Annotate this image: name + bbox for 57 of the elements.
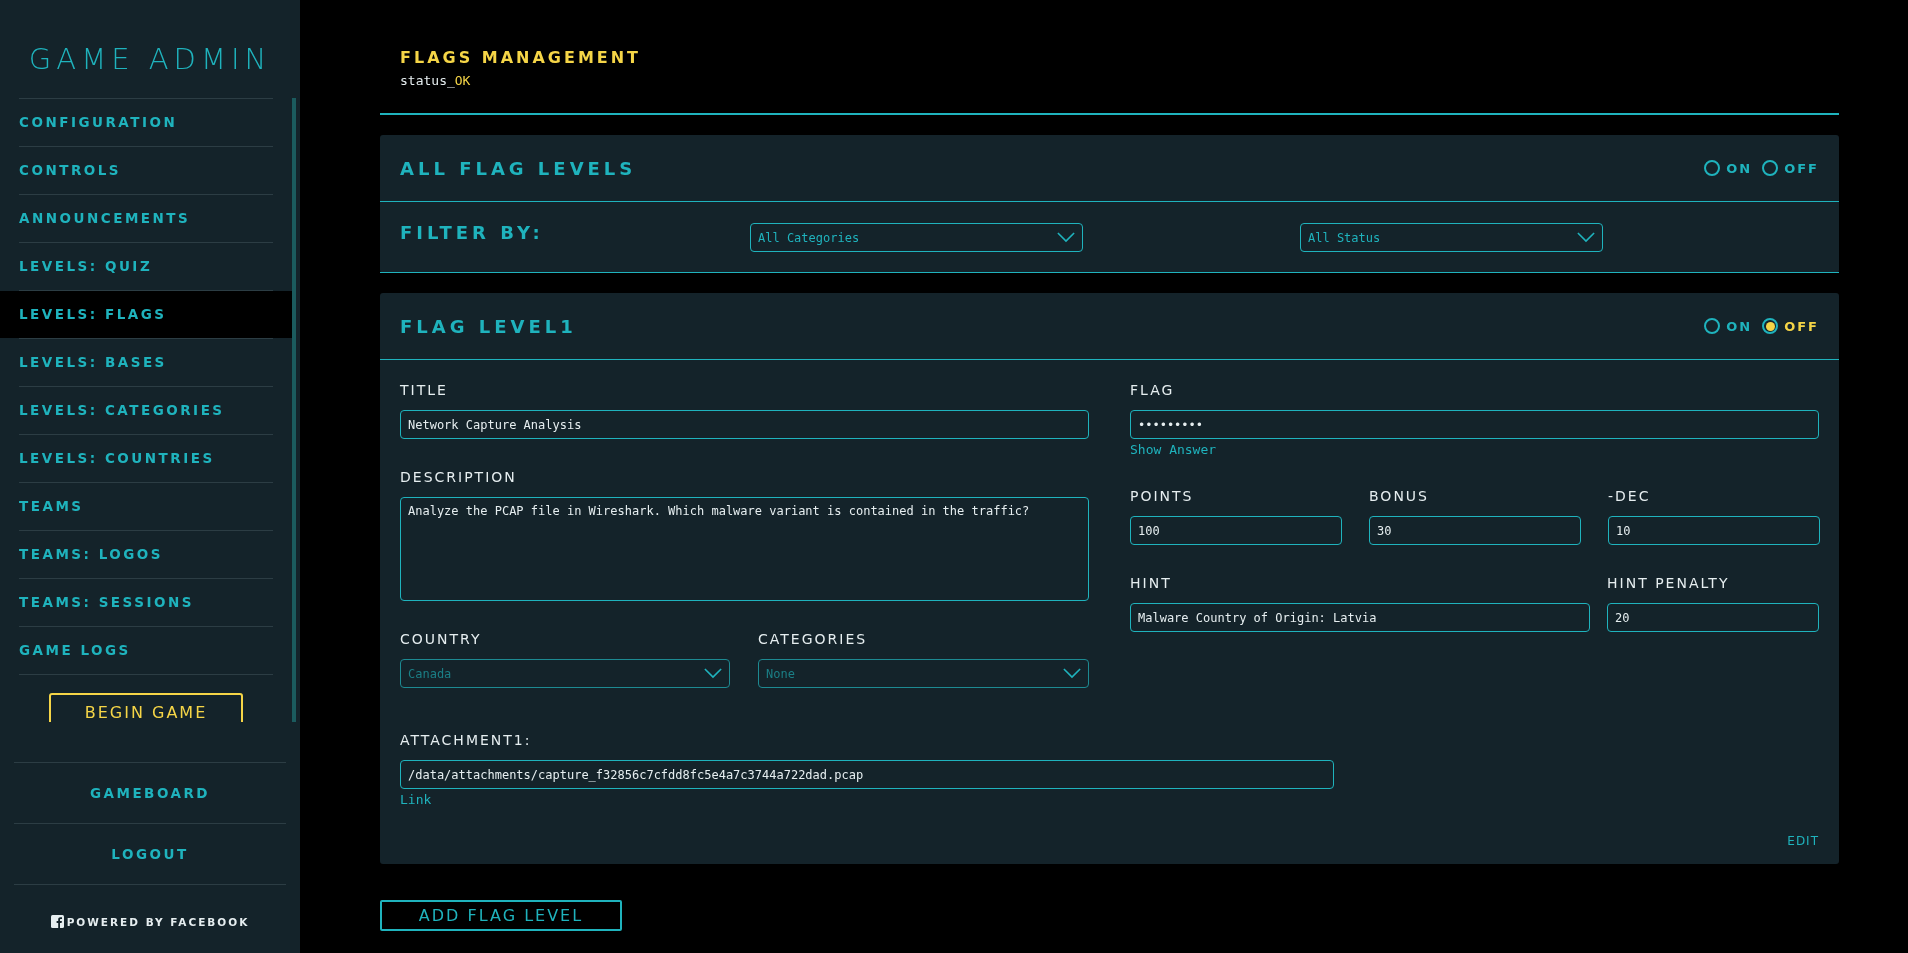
add-flag-level-button[interactable]: ADD FLAG LEVEL <box>380 900 622 931</box>
categories-label: CATEGORIES <box>758 631 869 647</box>
sidebar-item[interactable]: CONTROLS <box>0 147 292 194</box>
status-text: status_OK <box>400 73 472 88</box>
show-answer-link[interactable]: Show Answer <box>1130 442 1217 457</box>
radio-option[interactable]: ON <box>1704 318 1753 334</box>
page-title: FLAGS MANAGEMENT <box>400 48 643 67</box>
facebook-icon <box>50 915 64 928</box>
sidebar-link[interactable]: LOGOUT <box>0 824 300 884</box>
hint-field[interactable]: Malware Country of Origin: Latvia <box>1130 603 1590 632</box>
radio-option[interactable]: ON <box>1704 160 1753 176</box>
sidebar-item[interactable]: CONFIGURATION <box>0 99 292 146</box>
attachment-field[interactable]: /data/attachments/capture_f32856c7cfdd8fc5e4a7c3744a722dad.pcap <box>400 760 1334 789</box>
sidebar-item[interactable]: LEVELS: COUNTRIES <box>0 435 292 482</box>
description-label: DESCRIPTION <box>400 469 518 485</box>
begin-game-button[interactable]: BEGIN GAME <box>49 693 243 722</box>
powered-by-text: POWERED BY FACEBOOK <box>66 915 250 928</box>
score-field[interactable]: 30 <box>1369 516 1581 545</box>
score-label: POINTS <box>1130 488 1195 504</box>
hint-penalty-label: HINT PENALTY <box>1607 575 1731 591</box>
app-title: GAME ADMIN <box>27 42 273 76</box>
chevron-down-icon <box>1063 668 1081 679</box>
radio-option[interactable]: OFF <box>1762 160 1819 176</box>
score-label: BONUS <box>1369 488 1430 504</box>
score-field[interactable]: 10 <box>1608 516 1820 545</box>
attachment-link[interactable]: Link <box>400 792 432 807</box>
radio-option[interactable]: OFF <box>1762 318 1819 334</box>
sidebar-item[interactable]: ANNOUNCEMENTS <box>0 195 292 242</box>
sidebar-item[interactable]: LEVELS: QUIZ <box>0 243 292 290</box>
title-field[interactable]: Network Capture Analysis <box>400 410 1089 439</box>
hint-penalty-field[interactable]: 20 <box>1607 603 1819 632</box>
description-field[interactable]: Analyze the PCAP file in Wireshark. Which malware variant is contained in the traffic? <box>400 497 1089 601</box>
sidebar-item[interactable]: GAME LOGS <box>0 627 292 674</box>
sidebar-link[interactable]: GAMEBOARD <box>0 763 300 823</box>
chevron-down-icon <box>1577 232 1595 243</box>
sidebar-item[interactable]: TEAMS: SESSIONS <box>0 579 292 626</box>
sidebar-item[interactable]: TEAMS <box>0 483 292 530</box>
chevron-down-icon <box>704 668 722 679</box>
sidebar-item[interactable]: LEVELS: BASES <box>0 339 292 386</box>
flag-label: FLAG <box>1130 382 1176 398</box>
sidebar-item[interactable]: LEVELS: FLAGS <box>0 291 292 338</box>
country-label: COUNTRY <box>400 631 483 647</box>
score-label: -DEC <box>1608 488 1652 504</box>
filter-select[interactable]: All Status <box>1300 223 1603 252</box>
attachment-label: ATTACHMENT1: <box>400 732 533 748</box>
filter-label: FILTER BY: <box>400 222 545 243</box>
sidebar-item[interactable]: TEAMS: LOGOS <box>0 531 292 578</box>
edit-link[interactable]: EDIT <box>1787 834 1819 848</box>
hint-label: HINT <box>1130 575 1173 591</box>
filter-select[interactable]: All Categories <box>750 223 1083 252</box>
flag-field[interactable]: ••••••••• <box>1130 410 1819 439</box>
score-field[interactable]: 100 <box>1130 516 1342 545</box>
chevron-down-icon <box>1057 232 1075 243</box>
title-label: TITLE <box>400 382 449 398</box>
panel-title: ALL FLAG LEVELS <box>400 157 637 179</box>
sidebar-item[interactable]: LEVELS: CATEGORIES <box>0 387 292 434</box>
panel-title: FLAG LEVEL1 <box>400 315 577 337</box>
